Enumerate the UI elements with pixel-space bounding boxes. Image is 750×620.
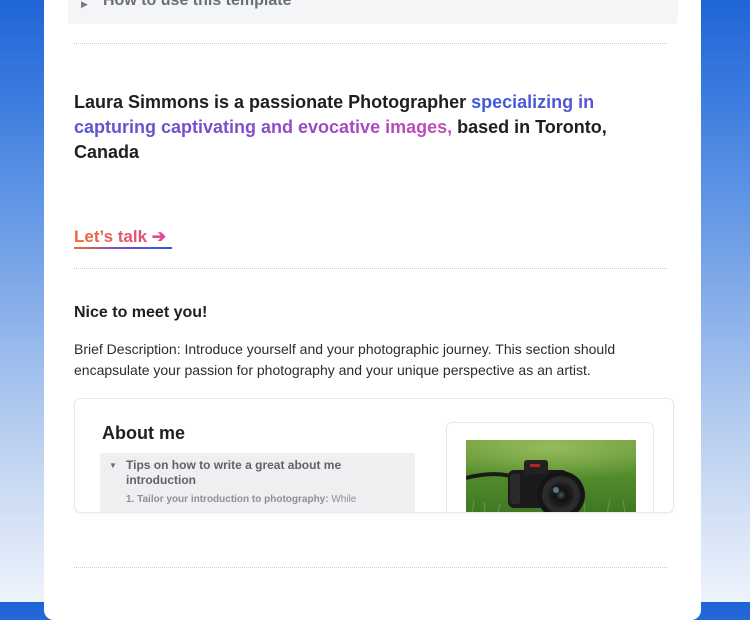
- intro-description: Brief Description: Introduce yourself an…: [74, 341, 616, 378]
- lets-talk-link[interactable]: Let’s talk ➔: [74, 227, 166, 247]
- hero-statement: Laura Simmons is a passionate Photograph…: [74, 90, 634, 165]
- photo-card: [446, 422, 654, 512]
- tips-item-rest: While: [328, 494, 357, 505]
- toggle-triangle-down-icon[interactable]: ▼: [109, 461, 117, 470]
- divider: [74, 268, 667, 269]
- section-heading: Nice to meet you!: [74, 304, 208, 321]
- camera-photo: [466, 440, 636, 512]
- hero-text-start: Laura Simmons is a passionate Photograph…: [74, 92, 472, 112]
- about-me-card: About me ▼ Tips on how to write a great …: [74, 398, 674, 513]
- divider: [74, 567, 667, 568]
- about-me-title: About me: [102, 423, 185, 443]
- toggle-title[interactable]: How to use this template: [103, 0, 291, 10]
- tips-toggle[interactable]: ▼ Tips on how to write a great about me …: [100, 453, 415, 512]
- toggle-triangle-icon[interactable]: ▶: [81, 0, 88, 10]
- camera-on-grass-image: [466, 440, 636, 512]
- fade-overlay: [100, 511, 415, 512]
- divider: [74, 43, 667, 44]
- tips-title[interactable]: Tips on how to write a great about me in…: [126, 458, 376, 488]
- tips-list-item: 1. Tailor your introduction to photograp…: [126, 494, 356, 505]
- tips-item-bold: 1. Tailor your introduction to photograp…: [126, 494, 329, 505]
- lets-talk-underline: [74, 247, 172, 249]
